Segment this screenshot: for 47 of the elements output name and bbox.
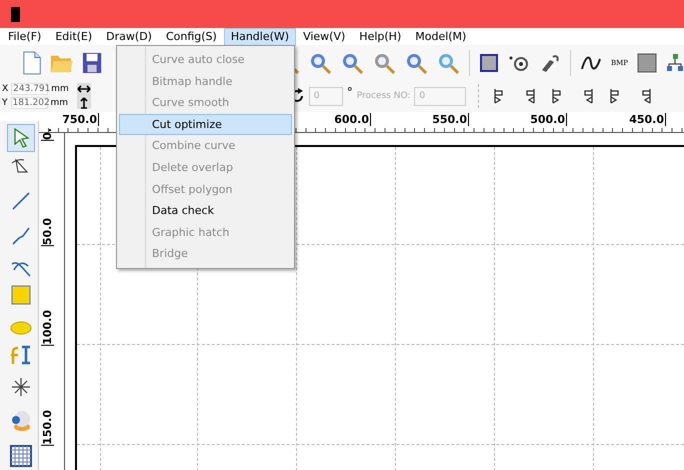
camera-icon [10, 410, 32, 432]
menu-item[interactable]: Edit(E) [48, 28, 100, 46]
menu-item[interactable]: View(V) [296, 28, 352, 46]
ruler-label: 550.0 [432, 113, 469, 126]
ruler-label: 450.0 [629, 113, 666, 126]
coordinate-field[interactable]: 243.791 [11, 83, 48, 95]
menu-item[interactable]: Data check [119, 200, 292, 222]
ruler-label: 0. [41, 128, 54, 141]
ruler-label: 150.0 [41, 410, 54, 446]
axis-label: Y [2, 98, 8, 108]
menu-item[interactable]: Help(H) [352, 28, 408, 46]
grid-tool[interactable] [7, 442, 35, 470]
unit-label: mm [51, 84, 69, 94]
select-tool[interactable] [7, 124, 35, 152]
menu-item[interactable]: Draw(D) [99, 28, 159, 46]
coordinate-field[interactable]: 181.202 [10, 97, 48, 109]
polyline-icon [10, 225, 32, 247]
ruler-label: 100.0 [41, 310, 54, 346]
star-icon [10, 376, 32, 398]
ruler-label: 50.0 [41, 218, 54, 246]
rectangle-icon[interactable] [478, 52, 499, 72]
ruler-label: 750.0 [62, 113, 99, 126]
line-icon [10, 190, 32, 212]
zoom-icon[interactable] [404, 52, 427, 74]
menu-item[interactable]: Cut optimize [119, 114, 292, 135]
unit-label: mm [50, 98, 68, 108]
process-label: Process NO: [356, 91, 410, 101]
square-icon[interactable] [637, 52, 658, 72]
zoom-icon[interactable] [340, 52, 363, 74]
zoom-icon[interactable] [372, 52, 395, 74]
network-icon[interactable] [666, 52, 684, 72]
rectangle-icon [10, 284, 32, 306]
menu-item[interactable]: Model(M) [408, 28, 474, 46]
horizontal-arrow-icon[interactable] [76, 83, 91, 95]
menu-item[interactable]: File(F) [1, 28, 48, 46]
axis-label: X [2, 84, 8, 94]
zoom-icon[interactable] [308, 52, 331, 74]
app-icon [11, 6, 20, 22]
text-icon [10, 344, 32, 366]
grid-icon [10, 445, 32, 467]
new-file-icon[interactable] [22, 50, 42, 76]
degree-label: ° [346, 85, 353, 99]
ruler-label: 500.0 [530, 113, 567, 126]
ruler-label: 600.0 [334, 113, 371, 126]
menu-item[interactable]: Config(S) [158, 28, 224, 46]
menu-item[interactable]: Handle(W) [224, 28, 296, 46]
save-icon[interactable] [82, 50, 102, 74]
